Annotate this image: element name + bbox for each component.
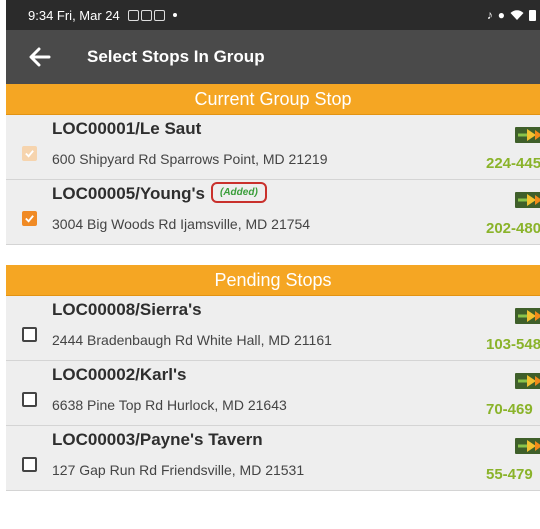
mute-icon: ♪ [486, 8, 493, 22]
stop-phone[interactable]: 55-479 [486, 466, 533, 483]
status-time: 9:34 Fri, Mar 24 [28, 7, 120, 23]
battery-icon [529, 9, 536, 21]
stop-name: LOC00003/Payne's Tavern [52, 430, 263, 449]
app-bar: Select Stops In Group [6, 30, 540, 84]
stop-row-loc00002[interactable]: LOC00002/Karl's 6638 Pine Top Rd Hurlock… [6, 361, 540, 426]
stop-checkbox[interactable] [22, 146, 37, 161]
back-button[interactable] [18, 30, 62, 84]
app-screen: 9:34 Fri, Mar 24 ♪ ● Select Stops In Gro… [6, 0, 540, 529]
stop-checkbox[interactable] [22, 211, 37, 226]
navigate-icon[interactable] [514, 191, 540, 209]
stop-phone[interactable]: 202-480 [486, 220, 540, 237]
stop-address: 600 Shipyard Rd Sparrows Point, MD 21219 [52, 151, 328, 167]
navigate-icon[interactable] [514, 437, 540, 455]
stop-checkbox[interactable] [22, 327, 37, 342]
stop-name-wrap: LOC00005/Young's (Added) [52, 182, 267, 205]
stop-name: LOC00001/Le Saut [52, 119, 202, 138]
status-bar: 9:34 Fri, Mar 24 ♪ ● [6, 0, 540, 30]
stop-address: 2444 Bradenbaugh Rd White Hall, MD 21161 [52, 332, 332, 348]
section-divider [6, 245, 540, 265]
stop-address: 3004 Big Woods Rd Ijamsville, MD 21754 [52, 216, 311, 232]
notification-dot-icon [172, 13, 177, 17]
added-badge: (Added) [211, 182, 267, 204]
pending-stops-header: Pending Stops [6, 265, 540, 296]
navigate-icon[interactable] [514, 307, 540, 325]
stop-row-loc00001[interactable]: LOC00001/Le Saut 600 Shipyard Rd Sparrow… [6, 115, 540, 180]
stop-address: 127 Gap Run Rd Friendsville, MD 21531 [52, 462, 305, 478]
wifi-icon [510, 10, 524, 20]
stop-address: 6638 Pine Top Rd Hurlock, MD 21643 [52, 397, 287, 413]
stop-checkbox[interactable] [22, 392, 37, 407]
stop-name: LOC00002/Karl's [52, 365, 187, 384]
stop-checkbox[interactable] [22, 457, 37, 472]
stop-name: LOC00005/Young's [52, 184, 205, 203]
arrow-left-icon [29, 47, 51, 67]
current-group-header: Current Group Stop [6, 84, 540, 115]
notification-icons [127, 9, 165, 21]
stop-row-loc00005[interactable]: LOC00005/Young's (Added) 3004 Big Woods R… [6, 180, 540, 245]
stop-name: LOC00008/Sierra's [52, 300, 202, 319]
navigate-icon[interactable] [514, 372, 540, 390]
stop-phone[interactable]: 70-469 [486, 401, 533, 418]
stop-phone[interactable]: 224-445 [486, 155, 540, 172]
stop-phone[interactable]: 103-548 [486, 336, 540, 353]
location-icon: ● [497, 8, 505, 22]
page-title: Select Stops In Group [87, 47, 265, 66]
navigate-icon[interactable] [514, 126, 540, 144]
stop-row-loc00003[interactable]: LOC00003/Payne's Tavern 127 Gap Run Rd F… [6, 426, 540, 491]
stop-row-loc00008[interactable]: LOC00008/Sierra's 2444 Bradenbaugh Rd Wh… [6, 296, 540, 361]
